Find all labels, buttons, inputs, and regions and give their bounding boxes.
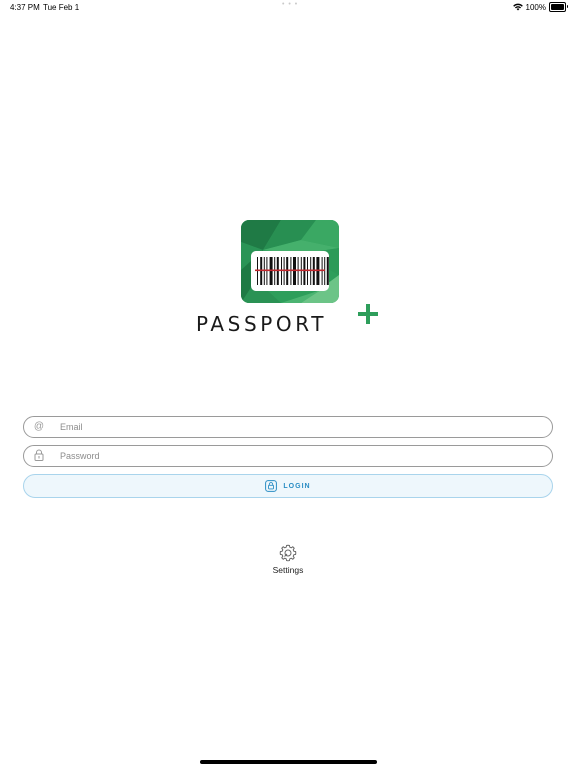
at-icon: @ [33,421,45,432]
battery-percent: 100% [525,2,546,12]
status-date: Tue Feb 1 [43,3,80,12]
settings-button[interactable]: Settings [258,543,318,577]
brand-wordmark: PASSPORT [196,303,388,337]
battery-fill [551,4,564,10]
battery-icon [549,2,568,12]
password-input[interactable] [60,447,540,465]
status-right: 100% [512,2,568,12]
settings-label: Settings [272,565,304,575]
login-screen: 4:37 PM Tue Feb 1 • • • 100% PASSPORT @ … [0,0,576,768]
app-logo-tile [241,220,339,303]
home-indicator[interactable] [200,760,377,764]
lock-box-icon [265,480,278,492]
barcode-logo-icon [241,220,339,303]
wifi-icon [512,3,523,11]
email-field[interactable]: @ [23,416,553,438]
plus-icon [358,304,378,324]
multitasking-dots[interactable]: • • • [282,1,298,8]
brand-name: PASSPORT [196,312,328,336]
lock-icon [33,449,45,463]
login-button[interactable]: LOGIN [23,474,553,498]
login-label: LOGIN [283,482,311,490]
password-field[interactable] [23,445,553,467]
status-bar: 4:37 PM Tue Feb 1 • • • 100% [0,0,576,16]
barcode-bar [326,257,329,285]
email-input[interactable] [60,418,540,436]
status-time: 4:37 PM [10,3,40,12]
gear-wrench-icon [279,544,297,562]
